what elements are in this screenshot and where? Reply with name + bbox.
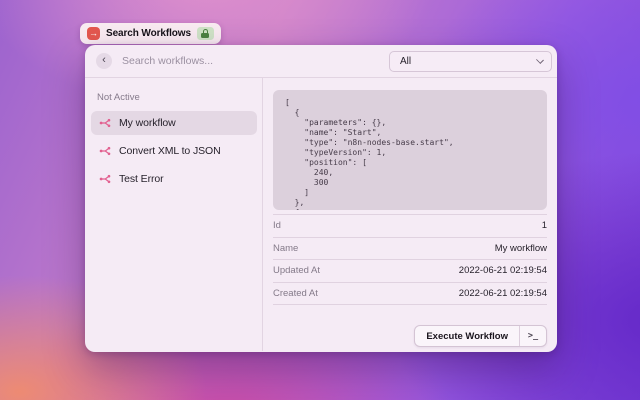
meta-label: Id [273,220,281,231]
code-line: "position": [ [285,158,535,168]
sidebar-item-convert-xml-to-json[interactable]: Convert XML to JSON [91,139,257,163]
meta-value: 2022-06-21 02:19:54 [459,265,547,276]
sidebar-item-label: Convert XML to JSON [119,145,221,157]
code-line: "typeVersion": 1, [285,148,535,158]
code-line: "parameters": {}, [285,118,535,128]
code-line: 240, [285,168,535,178]
lock-badge [197,27,214,40]
action-button-group: Execute Workflow >_ [414,325,547,347]
terminal-prompt-icon[interactable]: >_ [519,326,546,346]
code-line: "type": "n8n-nodes-base.start", [285,138,535,148]
arrow-right-icon: → [89,29,98,38]
section-header: Not Active [97,92,257,103]
window-body: Not Active My workflow [85,78,557,351]
back-button[interactable]: ‹ [96,53,112,69]
meta-row-name: Name My workflow [273,238,547,261]
meta-value: My workflow [495,243,547,254]
meta-value: 1 [542,220,547,231]
meta-label: Created At [273,288,318,299]
meta-row-created-at: Created At 2022-06-21 02:19:54 [273,283,547,306]
code-line: [ [285,98,535,108]
meta-row-id: Id 1 [273,215,547,238]
workflow-detail-panel: [ { "parameters": {}, "name": "Start", "… [263,78,557,351]
code-line: { [285,108,535,118]
meta-label: Updated At [273,265,320,276]
meta-row-updated-at: Updated At 2022-06-21 02:19:54 [273,260,547,283]
workflow-icon [99,145,111,157]
pill-label: Search Workflows [106,28,191,39]
meta-label: Name [273,243,298,254]
sidebar-item-label: My workflow [119,117,176,129]
code-line: ] [285,188,535,198]
metadata-list: Id 1 Name My workflow Updated At 2022-06… [273,214,547,305]
workflow-app-icon: → [87,27,100,40]
workflow-icon [99,173,111,185]
chevron-down-icon [536,56,544,64]
execute-workflow-button[interactable]: Execute Workflow [415,326,519,346]
filter-selected-value: All [400,56,537,67]
sidebar-item-my-workflow[interactable]: My workflow [91,111,257,135]
workflow-list-sidebar: Not Active My workflow [85,78,263,351]
workflow-json-preview[interactable]: [ { "parameters": {}, "name": "Start", "… [273,90,547,210]
code-line: }, [285,198,535,208]
meta-value: 2022-06-21 02:19:54 [459,288,547,299]
launcher-pill[interactable]: → Search Workflows [80,23,221,44]
chevron-left-icon: ‹ [102,55,106,66]
sidebar-item-label: Test Error [119,173,164,185]
lock-icon [201,29,209,38]
filter-dropdown[interactable]: All [389,51,552,72]
search-workflows-window: ‹ All Not Active [85,45,557,352]
code-line: { [285,208,535,210]
workflow-icon [99,117,111,129]
window-header: ‹ All [85,45,557,78]
sidebar-item-test-error[interactable]: Test Error [91,167,257,191]
code-line: "name": "Start", [285,128,535,138]
code-line: 300 [285,178,535,188]
search-input[interactable] [122,55,389,67]
